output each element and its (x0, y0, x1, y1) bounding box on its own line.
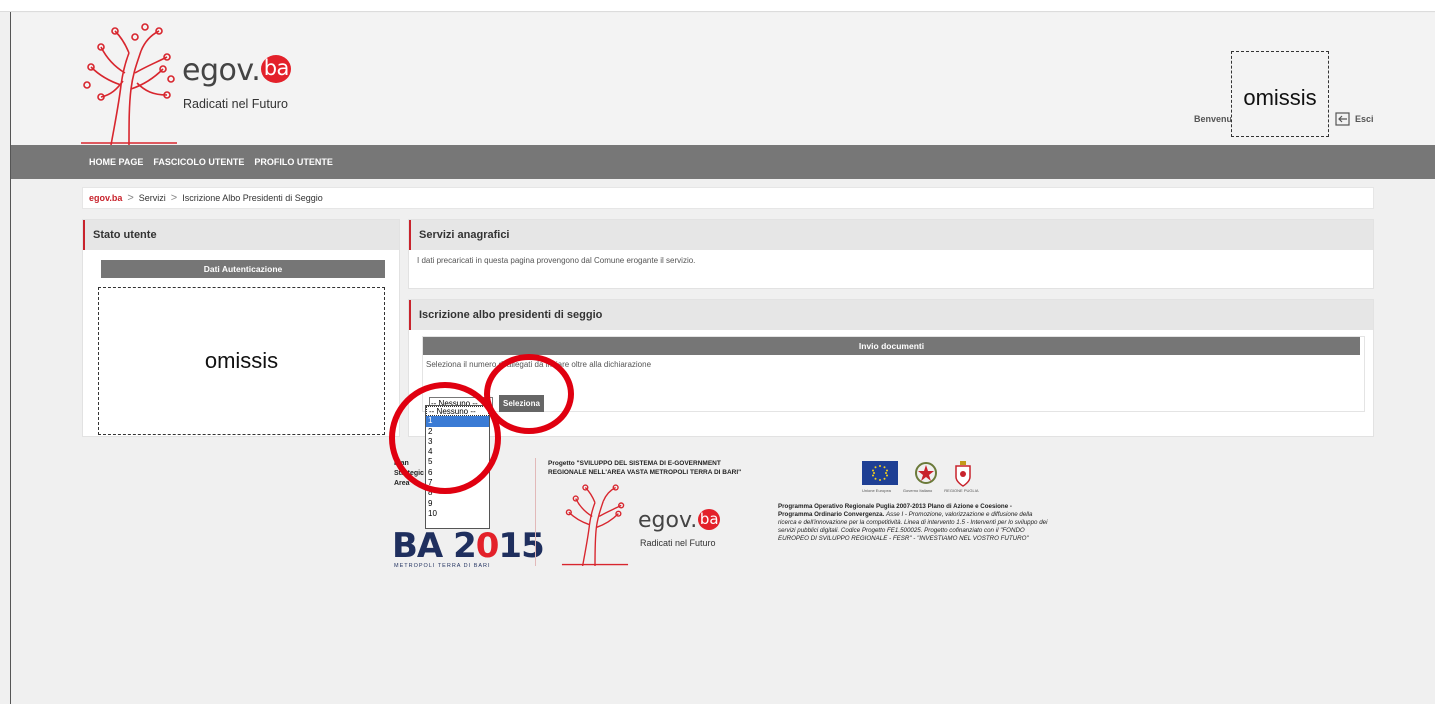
iscrizione-title: Iscrizione albo presidenti di seggio (409, 300, 1373, 330)
caption-eu: Unione Europea (862, 488, 891, 493)
project-title-line: REGIONALE NELL'AREA VASTA METROPOLI TERR… (548, 469, 742, 476)
breadcrumb: egov.ba > Servizi > Iscrizione Albo Pres… (82, 187, 1374, 209)
nav-item-profilo[interactable]: PROFILO UTENTE (254, 157, 333, 167)
caption-puglia: REGIONE PUGLIA (944, 488, 979, 493)
annotation-circle-button (484, 354, 574, 434)
breadcrumb-item-current: Iscrizione Albo Presidenti di Seggio (182, 193, 323, 203)
ba2015-o: 0 (475, 526, 500, 566)
nav-item-home[interactable]: HOME PAGE (89, 157, 143, 167)
browser-top-strip (0, 0, 1435, 12)
project-title-line: Progetto "SVILUPPO DEL SISTEMA DI E-GOVE… (548, 460, 721, 467)
main-nav: HOME PAGE FASCICOLO UTENTE PROFILO UTENT… (11, 145, 1435, 179)
site-logo-name[interactable]: egov. ba (182, 53, 292, 88)
ba2015-ba: BA (392, 526, 443, 566)
servizi-description: I dati precaricati in questa pagina prov… (417, 256, 696, 265)
caption-governo: Governo Italiano (902, 488, 933, 493)
redacted-username: omissis (1231, 51, 1329, 137)
breadcrumb-item-servizi[interactable]: Servizi (139, 193, 166, 203)
invio-documenti-bar: Invio documenti (423, 337, 1360, 355)
stato-utente-title: Stato utente (83, 220, 399, 250)
logout-icon (1335, 112, 1350, 126)
chevron-right-icon: > (170, 192, 178, 204)
logo-ba-badge: ba (698, 509, 721, 530)
nav-item-fascicolo[interactable]: FASCICOLO UTENTE (153, 157, 244, 167)
program-description: Programma Operativo Regionale Puglia 200… (778, 503, 1048, 543)
footer-divider (535, 458, 536, 566)
eu-flag-icon (862, 461, 898, 485)
redacted-user-data: omissis (98, 287, 385, 435)
footer-logo-tagline: Radicati nel Futuro (640, 538, 716, 548)
servizi-anagrafici-title: Servizi anagrafici (409, 220, 1373, 250)
ba2015-digit: 2 (453, 526, 477, 566)
ba2015-subtitle: METROPOLI TERRA DI BARI (394, 563, 491, 569)
dropdown-option[interactable]: 10 (426, 509, 489, 519)
chevron-right-icon: > (127, 192, 134, 204)
ba2015-logo[interactable]: BA 2015 (392, 526, 545, 566)
logo-ba-badge: ba (261, 55, 292, 83)
italian-emblem-icon (915, 462, 937, 484)
footer-logo-name[interactable]: egov. ba (638, 508, 721, 533)
institution-logos (862, 461, 972, 487)
stato-utente-panel: Stato utente Dati Autenticazione omissis (82, 219, 400, 437)
logout-label: Esci (1355, 114, 1374, 124)
dropdown-option[interactable]: 9 (426, 499, 489, 509)
dati-autenticazione-bar: Dati Autenticazione (101, 260, 385, 278)
breadcrumb-home-link[interactable]: egov.ba (89, 193, 122, 203)
logout-button[interactable]: Esci (1335, 112, 1374, 126)
site-tagline: Radicati nel Futuro (183, 97, 288, 111)
project-title: Progetto "SVILUPPO DEL SISTEMA DI E-GOVE… (548, 459, 741, 477)
tree-logo-icon[interactable] (81, 23, 177, 145)
institution-captions: Unione Europea Governo Italiano REGIONE … (862, 488, 979, 493)
regione-puglia-icon (955, 461, 971, 487)
site-header: egov. ba Radicati nel Futuro Benvenut omi… (11, 13, 1435, 145)
tree-logo-icon[interactable] (560, 482, 630, 566)
welcome-text: Benvenut (1194, 114, 1236, 124)
servizi-anagrafici-panel: Servizi anagrafici I dati precaricati in… (408, 219, 1374, 289)
ba2015-digits: 15 (498, 526, 544, 566)
